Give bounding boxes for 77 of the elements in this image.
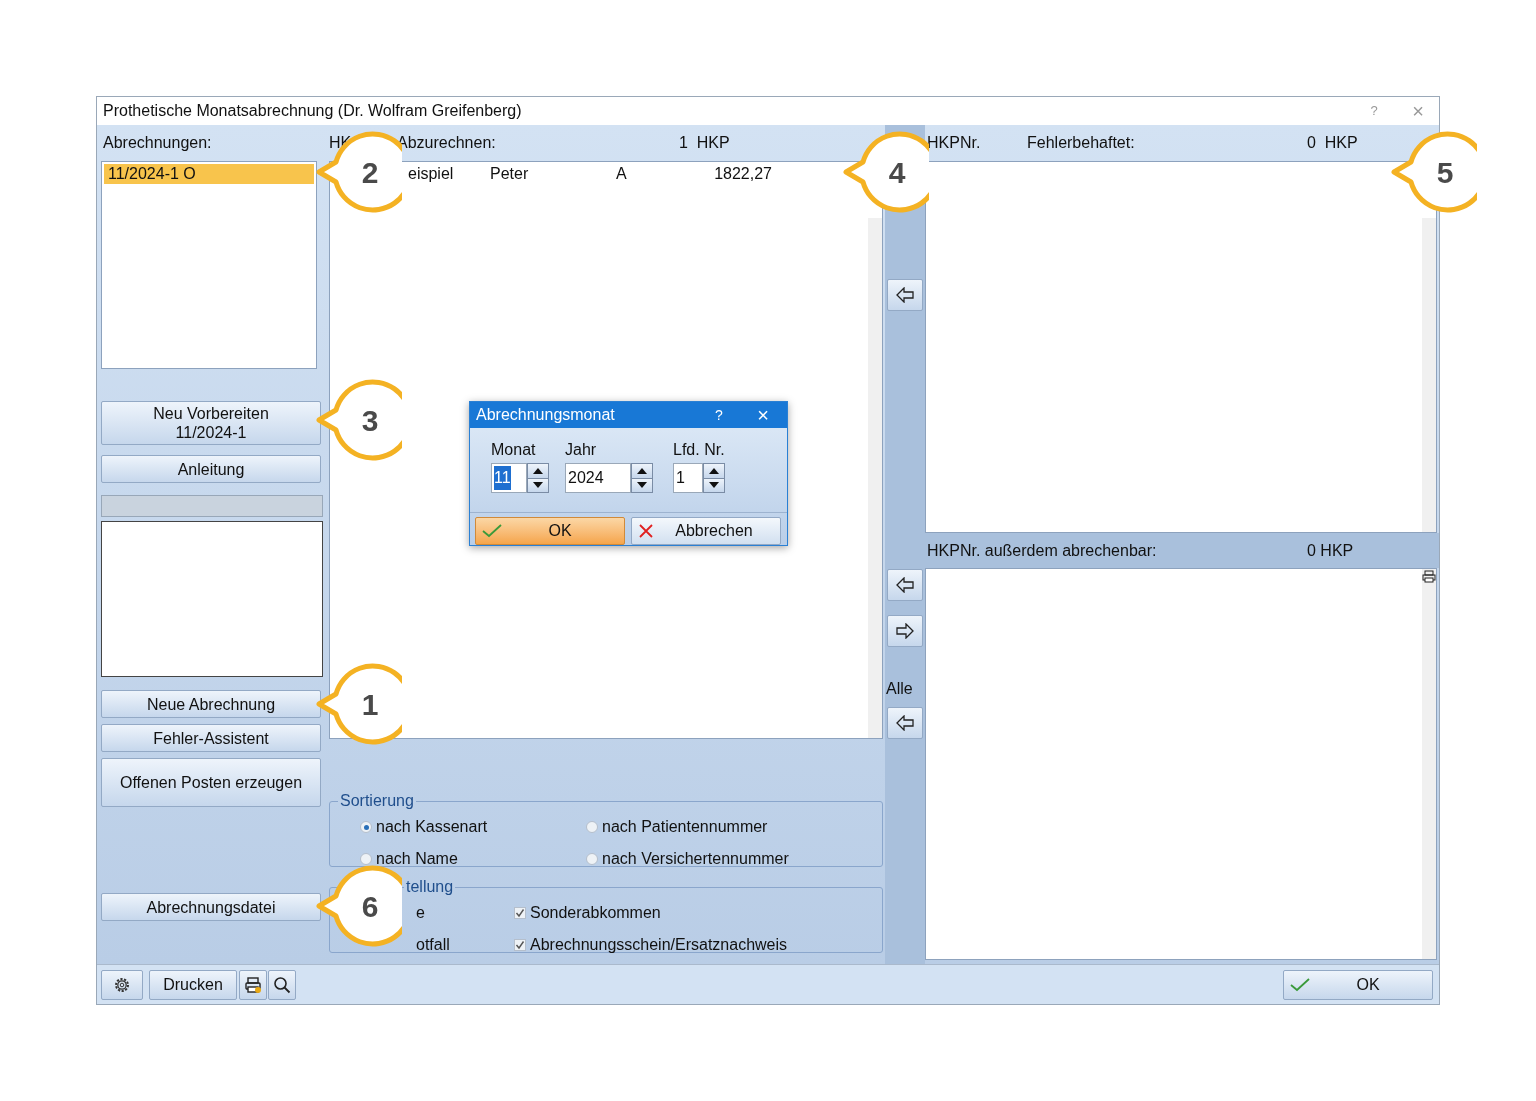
search-icon [273, 975, 291, 994]
arrow-left-icon [896, 287, 914, 303]
arrow-left-icon [896, 577, 914, 593]
column-header: HKPNr. [927, 133, 982, 153]
ok-button[interactable]: OK [1283, 969, 1433, 1000]
callout-marker: 4 [843, 130, 929, 214]
close-icon [638, 523, 654, 539]
section-label: Fehlerbehaftet: [1027, 133, 1136, 153]
count-label: 1 HKP [679, 133, 730, 153]
callout-marker: 6 [316, 864, 402, 948]
option-label: Abrechnungsschein/Ersatznachweis [530, 935, 788, 955]
move-right-button[interactable] [887, 615, 923, 647]
check-icon [482, 524, 502, 538]
spin-field[interactable]: 2024 [565, 463, 631, 493]
print-setup-button[interactable] [239, 969, 267, 1000]
radio-button[interactable] [586, 821, 598, 833]
option-label: nach Patientennummer [602, 817, 768, 837]
move-left-button[interactable] [887, 569, 923, 601]
action-button[interactable]: Fehler-Assistent [101, 724, 321, 752]
section-label: Abrechnungen: [102, 133, 213, 153]
action-button[interactable]: Offenen Posten erzeugen [101, 758, 321, 807]
preview-button[interactable] [268, 969, 296, 1000]
scrollbar[interactable] [1422, 218, 1436, 532]
arrow-left-icon [896, 715, 914, 731]
option-label: nach Kassenart [376, 817, 488, 837]
list-item[interactable]: 11/2024-1 O [104, 164, 314, 184]
settings-icon [113, 975, 131, 994]
all-label: Alle [885, 679, 913, 699]
close-button[interactable]: × [753, 405, 773, 425]
callout-marker: 5 [1391, 130, 1477, 214]
dialog-title: Abrechnungsmonat [476, 405, 616, 425]
action-button[interactable]: Neu Vorbereiten 11/2024-1 [101, 401, 321, 445]
move-all-left-button[interactable] [887, 707, 923, 739]
field-label: Jahr [565, 440, 598, 460]
table-cell-text: eispiel [408, 164, 455, 184]
action-button[interactable]: Abrechnungsdatei [101, 893, 321, 921]
ok-button[interactable]: OK [475, 517, 625, 545]
option-label: nach Versichertennummer [602, 849, 789, 869]
check-icon [1290, 977, 1310, 992]
window-title: Prothetische Monatsabrechnung (Dr. Wolfram Greifenberg) [103, 101, 523, 121]
checkbox[interactable] [514, 907, 526, 919]
settings-button[interactable] [101, 969, 143, 1000]
section-label: HKPNr. außerdem abrechenbar: [927, 540, 1158, 561]
move-left-button[interactable] [887, 279, 923, 311]
field-label: Lfd. Nr. [673, 440, 726, 460]
checkbox[interactable] [514, 939, 526, 951]
print-button[interactable]: Drucken [149, 969, 237, 1000]
printer-icon [244, 975, 262, 994]
radio-button[interactable] [586, 853, 598, 865]
group-title: Sortierung [339, 791, 415, 811]
spin-buttons[interactable] [527, 463, 549, 493]
callout-marker: 3 [316, 378, 402, 462]
option-label: Sonderabkommen [530, 903, 661, 923]
spin-buttons[interactable] [703, 463, 725, 493]
table-cell-text: 1822,27 [713, 164, 772, 184]
arrow-right-icon [896, 623, 914, 639]
radio-button[interactable] [360, 853, 372, 865]
action-button[interactable]: Anleitung [101, 455, 321, 483]
action-button[interactable]: Neue Abrechnung [101, 690, 321, 718]
printer-icon[interactable] [1422, 570, 1436, 583]
table-cell-text: A [616, 164, 628, 184]
table-cell-text: Peter [490, 164, 530, 184]
spin-buttons[interactable] [631, 463, 653, 493]
scrollbar[interactable] [868, 218, 882, 738]
help-button[interactable]: ? [709, 404, 729, 426]
radio-button[interactable] [360, 821, 372, 833]
count-label: 0 HKP [1307, 133, 1358, 153]
callout-marker: 1 [316, 662, 402, 746]
spin-field[interactable]: 1 [673, 463, 703, 493]
group-title: tellung [405, 877, 455, 897]
cancel-button[interactable]: Abbrechen [631, 517, 781, 545]
count-label: 0 HKP [1307, 540, 1354, 561]
option-label: e [416, 903, 425, 923]
section-label: Abzurechnen: [397, 133, 497, 153]
field-label: Monat [491, 440, 537, 460]
option-label: otfall [416, 935, 450, 955]
spin-field[interactable]: 11 [491, 463, 527, 493]
